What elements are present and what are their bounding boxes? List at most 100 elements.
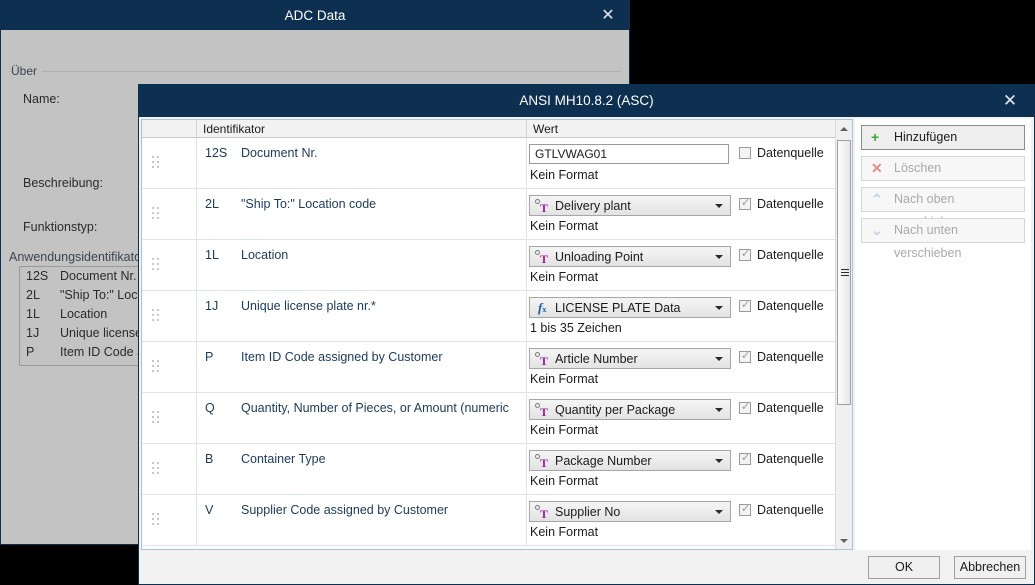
list-item[interactable]: 1J Unique license bbox=[20, 324, 146, 343]
table-vertical-scrollbar[interactable] bbox=[835, 120, 852, 549]
text-field-icon: T bbox=[535, 352, 551, 368]
combobox-value: Delivery plant bbox=[555, 199, 631, 213]
value-combobox[interactable]: T Article Number bbox=[529, 348, 731, 369]
datasource-checkbox[interactable] bbox=[739, 400, 751, 414]
drag-dots-icon bbox=[152, 462, 160, 476]
list-item[interactable]: 12S Document Nr. bbox=[20, 267, 146, 286]
close-icon[interactable]: ✕ bbox=[593, 1, 623, 30]
dialog-titlebar: ANSI MH10.8.2 (ASC) ✕ bbox=[139, 85, 1034, 117]
combobox-value: Article Number bbox=[555, 352, 638, 366]
table-row[interactable]: B Container Type T Package Number Kein Forma… bbox=[142, 444, 852, 495]
ok-button[interactable]: OK bbox=[868, 556, 940, 579]
datasource-checkbox[interactable] bbox=[739, 298, 751, 312]
datasource-checkbox-label: Datenquelle bbox=[757, 299, 824, 313]
drag-dots-icon bbox=[152, 309, 160, 323]
row-drag-handle[interactable] bbox=[142, 240, 197, 290]
app-identifier-listbox[interactable]: 12S Document Nr. 2L "Ship To:" Locat 1L Loc… bbox=[19, 266, 147, 366]
scroll-down-arrow-icon[interactable] bbox=[836, 532, 852, 549]
chevron-down-icon[interactable] bbox=[715, 255, 723, 259]
value-cell: T Supplier No Kein Format Datenquelle bbox=[527, 495, 852, 545]
row-drag-handle[interactable] bbox=[142, 342, 197, 392]
value-combobox[interactable]: T Package Number bbox=[529, 450, 731, 471]
text-field-icon: T bbox=[535, 199, 551, 215]
move-up-button[interactable]: ⌃ Nach oben verschieben bbox=[861, 187, 1025, 229]
value-combobox[interactable]: T Supplier No bbox=[529, 501, 731, 522]
identifier-description: Item ID Code assigned by Customer bbox=[241, 350, 443, 364]
chevron-down-icon: ⌄ bbox=[871, 222, 883, 238]
plus-icon: + bbox=[871, 129, 880, 145]
format-text: Kein Format bbox=[530, 372, 599, 386]
text-field-icon: T bbox=[535, 505, 551, 521]
chevron-down-icon[interactable] bbox=[715, 204, 723, 208]
identifier-cell: B Container Type bbox=[197, 444, 527, 494]
value-combobox[interactable]: T Delivery plant bbox=[529, 195, 731, 216]
value-input[interactable]: GTLVWAG01 bbox=[529, 144, 729, 164]
list-item[interactable]: 2L "Ship To:" Locat bbox=[20, 286, 146, 305]
list-item-label: Document Nr. bbox=[60, 269, 137, 283]
list-item-code: 2L bbox=[26, 288, 40, 302]
identifier-description: Container Type bbox=[241, 452, 326, 466]
chevron-down-icon[interactable] bbox=[715, 306, 723, 310]
add-button-label: Hinzufügen bbox=[894, 130, 958, 144]
datasource-checkbox[interactable] bbox=[739, 147, 751, 159]
table-header-row: Identifikator Wert bbox=[142, 120, 852, 138]
datasource-checkbox-label: Datenquelle bbox=[757, 401, 824, 415]
table-row[interactable]: V Supplier Code assigned by Customer T Supp… bbox=[142, 495, 852, 546]
list-item[interactable]: P Item ID Code as bbox=[20, 343, 146, 362]
chevron-down-icon[interactable] bbox=[715, 459, 723, 463]
adc-data-window-title: ADC Data bbox=[284, 8, 346, 23]
value-cell: GTLVWAG01 Kein Format Datenquelle bbox=[527, 138, 852, 188]
chevron-down-icon[interactable] bbox=[715, 510, 723, 514]
column-header-identifier: Identifikator bbox=[197, 120, 527, 138]
row-drag-handle[interactable] bbox=[142, 444, 197, 494]
format-text: 1 bis 35 Zeichen bbox=[530, 321, 622, 335]
scroll-up-arrow-icon[interactable] bbox=[836, 120, 852, 137]
datasource-checkbox-label: Datenquelle bbox=[757, 146, 824, 160]
drag-dots-icon bbox=[152, 360, 160, 374]
chevron-down-icon[interactable] bbox=[715, 408, 723, 412]
identifier-code: P bbox=[205, 350, 214, 364]
cross-icon: ✕ bbox=[871, 160, 883, 176]
add-button[interactable]: + Hinzufügen bbox=[861, 125, 1025, 150]
datasource-checkbox[interactable] bbox=[739, 451, 751, 465]
table-row[interactable]: 1L Location T Unloading Point Kein Format Dat… bbox=[142, 240, 852, 291]
delete-button[interactable]: ✕ Löschen bbox=[861, 156, 1025, 181]
list-item-label: "Ship To:" Locat bbox=[60, 288, 147, 302]
adc-data-titlebar: ADC Data ✕ bbox=[1, 1, 629, 30]
list-item[interactable]: 1L Location bbox=[20, 305, 146, 324]
datasource-checkbox[interactable] bbox=[739, 349, 751, 363]
table-row[interactable]: Q Quantity, Number of Pieces, or Amount (… bbox=[142, 393, 852, 444]
row-drag-handle[interactable] bbox=[142, 291, 197, 341]
datasource-checkbox[interactable] bbox=[739, 502, 751, 516]
table-row[interactable]: 2L "Ship To:" Location code T Delivery plan… bbox=[142, 189, 852, 240]
ansi-mh1082-dialog: ANSI MH10.8.2 (ASC) ✕ Identifikator Wert… bbox=[138, 84, 1035, 585]
close-icon[interactable]: ✕ bbox=[994, 85, 1026, 117]
value-combobox[interactable]: fx LICENSE PLATE Data bbox=[529, 297, 731, 318]
action-button-panel: + Hinzufügen ✕ Löschen ⌃ Nach oben versc… bbox=[855, 119, 1031, 550]
identifier-code: V bbox=[205, 503, 214, 517]
datasource-checkbox-label: Datenquelle bbox=[757, 350, 824, 364]
value-combobox[interactable]: T Unloading Point bbox=[529, 246, 731, 267]
chevron-down-icon[interactable] bbox=[715, 357, 723, 361]
text-field-icon: T bbox=[535, 250, 551, 266]
row-drag-handle[interactable] bbox=[142, 138, 197, 188]
table-row[interactable]: 1J Unique license plate nr.* fx LICENSE PLA… bbox=[142, 291, 852, 342]
table-row[interactable]: P Item ID Code assigned by Customer T Artic… bbox=[142, 342, 852, 393]
scrollbar-thumb[interactable] bbox=[837, 140, 851, 405]
identifier-description: Supplier Code assigned by Customer bbox=[241, 503, 449, 517]
value-cell: fx LICENSE PLATE Data 1 bis 35 Zeichen Date… bbox=[527, 291, 852, 341]
row-drag-handle[interactable] bbox=[142, 495, 197, 545]
name-label: Name: bbox=[23, 92, 60, 106]
move-down-button[interactable]: ⌄ Nach unten verschieben bbox=[861, 218, 1025, 260]
value-combobox[interactable]: T Quantity per Package bbox=[529, 399, 731, 420]
datasource-checkbox[interactable] bbox=[739, 247, 751, 261]
datasource-checkbox[interactable] bbox=[739, 196, 751, 210]
column-header-value: Wert bbox=[533, 122, 559, 136]
table-row[interactable]: 12S Document Nr. GTLVWAG01 Kein Format Daten… bbox=[142, 138, 852, 189]
row-drag-handle[interactable] bbox=[142, 393, 197, 443]
dialog-footer: OK Abbrechen bbox=[139, 550, 1034, 584]
row-drag-handle[interactable] bbox=[142, 189, 197, 239]
combobox-value: Unloading Point bbox=[555, 250, 644, 264]
cancel-button[interactable]: Abbrechen bbox=[954, 556, 1026, 579]
group-label-uber: Über bbox=[11, 64, 43, 78]
